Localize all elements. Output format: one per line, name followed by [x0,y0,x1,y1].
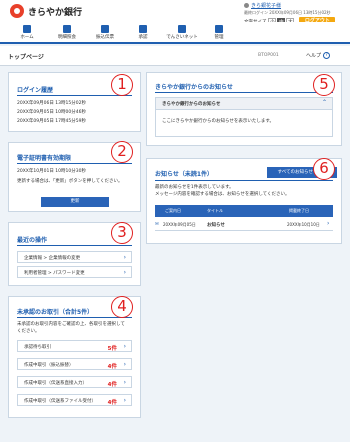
settings-icon [215,25,223,33]
page-id: BTOP001 [258,53,279,58]
certificate-title: 電子証明書有効期限 [17,155,72,162]
app-header: きらやか銀行 きら銀花子様 最終ログイン 20XX年09月06日 13時15分0… [0,0,350,26]
login-entry: 20XX年09月05日 17時45分59秒 [17,119,86,124]
unapproved-note: 未承認のお取引内容をご確認の上、各取引を選択して [17,322,125,327]
unapproved-note: ください。 [17,329,40,334]
notices-note: 最新のお知らせを1件表示しています。 [155,185,234,190]
callout-badge-6: 6 [313,158,335,180]
notices-title: お知らせ（未読1件） [155,171,214,178]
bank-notice-box: きらやか銀行からのお知らせ ⌃ ここにきらやか銀行からのお知らせを表示いたします… [155,97,333,137]
nav-statements[interactable]: 明細照会 [50,22,84,42]
unapproved-item[interactable]: 作成中取引（振込振替） 4件 › [17,358,132,370]
table-row[interactable]: ✉ 20XX年09月05日 お知らせ 20XX年10月10日 › [155,219,333,231]
densai-icon [178,25,186,33]
unapproved-title: 未承認のお取引（合計5件） [17,309,94,316]
unapproved-item[interactable]: 作成中取引（伝送系ファイル受付） 4件 › [17,394,132,406]
help-link[interactable]: ヘルプ ? [306,52,331,59]
nav-densai[interactable]: でんさいネット [160,22,204,42]
main-nav: ホーム 明細照会 振込伝票 承認 でんさいネット 管理 [0,22,350,44]
callout-badge-3: 3 [111,222,133,244]
login-entry: 20XX年09月05日 10時00分46秒 [17,110,86,115]
callout-badge-5: 5 [313,74,335,96]
document-icon [63,25,71,33]
chevron-right-icon: › [123,397,126,404]
mail-icon: ✉ [155,222,159,227]
bank-notice-header[interactable]: きらやか銀行からのお知らせ ⌃ [156,98,332,110]
bank-logo[interactable]: きらやか銀行 [10,4,82,18]
bank-name: きらやか銀行 [28,7,83,18]
recent-op-link[interactable]: 利用者管理 > パスワード変更 › [17,266,132,278]
notices-table-header: ご案内日 タイトル 掲載終了日 [155,205,333,217]
certificate-expiry: 20XX年10月01日 10時10分30秒 [17,169,86,174]
chevron-right-icon: › [123,254,126,261]
bank-notice-title: きらやか銀行からのお知らせ [155,84,233,91]
user-name-link[interactable]: きら銀花子様 [251,2,281,9]
chevron-right-icon: › [123,343,126,350]
transfer-icon [101,25,109,33]
nav-approval[interactable]: 承認 [126,22,160,42]
nav-admin[interactable]: 管理 [202,22,236,42]
page-title: トップページ [8,54,44,61]
renew-button[interactable]: 更新 [41,197,109,207]
chevron-right-icon: › [123,361,126,368]
unapproved-item[interactable]: 作成中取引（伝送系直接入力） 4件 › [17,376,132,388]
callout-badge-4: 4 [111,296,133,318]
bank-notice-body: ここにきらやか銀行からのお知らせを表示いたします。 [162,119,274,124]
nav-home[interactable]: ホーム [10,22,44,44]
bank-logo-icon [10,4,24,18]
callout-badge-1: 1 [111,74,133,96]
chevron-right-icon: › [123,379,126,386]
last-login: 最終ログイン 20XX年09月06日 13時15分02秒 [244,9,331,15]
recent-operations-title: 最近の操作 [17,237,48,244]
chevron-right-icon: › [123,269,126,276]
chevron-up-icon: ⌃ [321,99,327,106]
approval-icon [139,25,147,33]
login-history-title: ログイン履歴 [17,87,54,94]
login-entry: 20XX年09月06日 13時15分02秒 [17,101,86,106]
recent-op-link[interactable]: 企業情報 > 企業情報の変更 › [17,251,132,263]
certificate-note: 更新する場合は、「更新」ボタンを押してください。 [17,179,123,184]
callout-badge-2: 2 [111,141,133,163]
user-icon [244,3,249,8]
help-icon: ? [323,52,331,59]
unapproved-item[interactable]: 承認待ち取引 5件 › [17,340,132,352]
page-title-bar: トップページ BTOP001 ヘルプ ? [0,46,350,66]
chevron-right-icon: › [327,220,330,227]
home-icon [23,25,31,33]
notices-note: メッセージ内容を確認する場合は、お知らせを選択してください。 [155,192,290,197]
nav-transfer[interactable]: 振込伝票 [88,22,122,42]
